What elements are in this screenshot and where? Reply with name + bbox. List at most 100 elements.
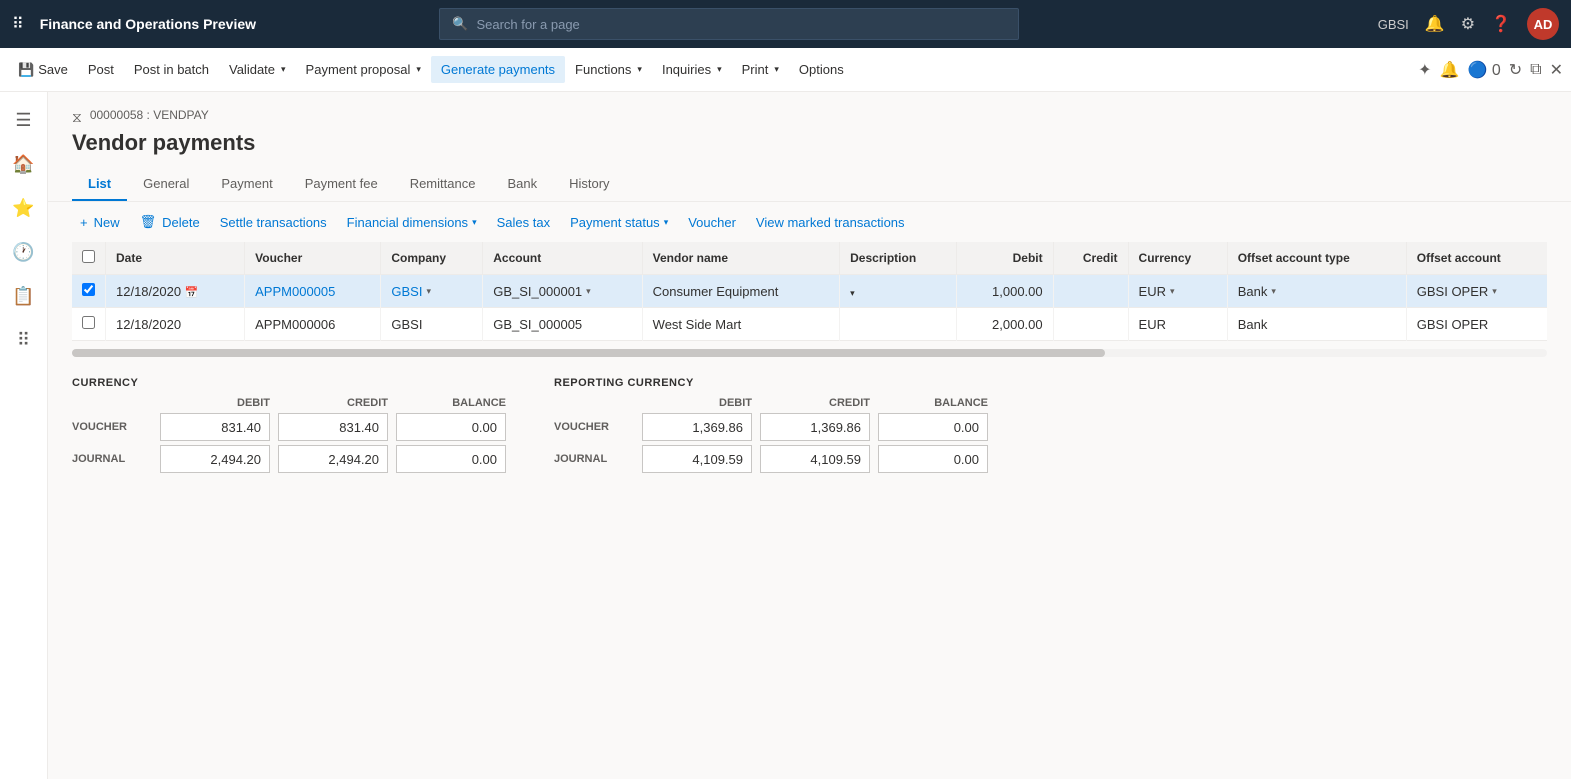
- row-checkbox[interactable]: [82, 283, 95, 296]
- rpt-voucher-credit[interactable]: [760, 413, 870, 441]
- voucher-link[interactable]: APPM000005: [255, 284, 335, 299]
- payment-status-button[interactable]: Payment status ▾: [562, 211, 676, 234]
- favorites-icon[interactable]: ✦: [1418, 60, 1431, 80]
- rpt-journal-balance[interactable]: [878, 445, 988, 473]
- settings-icon[interactable]: ⚙: [1461, 14, 1475, 34]
- calendar-icon[interactable]: 📅: [185, 287, 199, 299]
- rpt-journal-credit[interactable]: [760, 445, 870, 473]
- horizontal-scrollbar-area[interactable]: [48, 345, 1571, 361]
- currency-voucher-credit[interactable]: [278, 413, 388, 441]
- row-date: 12/18/2020: [106, 308, 245, 341]
- company-link[interactable]: GBSI: [391, 284, 422, 299]
- rpt-voucher-balance[interactable]: [878, 413, 988, 441]
- sidebar-workspaces-icon[interactable]: 📋: [4, 276, 44, 316]
- tab-remittance[interactable]: Remittance: [394, 168, 492, 201]
- delete-button[interactable]: 🗑 Delete: [132, 210, 208, 234]
- scroll-thumb[interactable]: [72, 349, 1105, 357]
- functions-button[interactable]: Functions ▾: [565, 56, 652, 83]
- hamburger-menu-icon[interactable]: ⠿: [12, 14, 24, 34]
- close-icon[interactable]: ✕: [1550, 60, 1563, 80]
- row-check-cell[interactable]: [72, 308, 106, 341]
- col-account[interactable]: Account: [483, 242, 642, 275]
- company-dropdown-icon[interactable]: ▾: [426, 286, 431, 297]
- user-avatar[interactable]: AD: [1527, 8, 1559, 40]
- currency-voucher-balance[interactable]: [396, 413, 506, 441]
- description-dropdown-icon[interactable]: ▾: [850, 288, 855, 298]
- table-row[interactable]: 12/18/2020 📅 APPM000005GBSI▾GB_SI_000001…: [72, 275, 1547, 308]
- account-dropdown-icon[interactable]: ▾: [586, 286, 591, 297]
- currency-journal-credit[interactable]: [278, 445, 388, 473]
- row-checkbox[interactable]: [82, 316, 95, 329]
- row-debit: 2,000.00: [957, 308, 1053, 341]
- search-bar[interactable]: 🔍: [439, 8, 1019, 40]
- generate-payments-button[interactable]: Generate payments: [431, 56, 565, 83]
- row-credit: [1053, 275, 1128, 308]
- offset-account-dropdown-icon[interactable]: ▾: [1492, 286, 1497, 297]
- personalize-icon[interactable]: 🔔: [1440, 60, 1460, 80]
- save-button[interactable]: 💾 Save: [8, 56, 78, 84]
- select-all-checkbox[interactable]: [82, 250, 95, 263]
- settle-transactions-button[interactable]: Settle transactions: [212, 211, 335, 234]
- payment-proposal-button[interactable]: Payment proposal ▾: [296, 56, 431, 83]
- validate-button[interactable]: Validate ▾: [219, 56, 296, 83]
- row-offset-account: GBSI OPER: [1406, 308, 1547, 341]
- tab-bank[interactable]: Bank: [491, 168, 553, 201]
- sidebar-recent-icon[interactable]: 🕐: [4, 232, 44, 272]
- row-check-cell[interactable]: [72, 275, 106, 308]
- sidebar-modules-icon[interactable]: ⠿: [4, 320, 44, 360]
- options-button[interactable]: Options: [789, 56, 854, 83]
- post-button[interactable]: Post: [78, 56, 124, 83]
- col-vendor-name[interactable]: Vendor name: [642, 242, 839, 275]
- tab-payment[interactable]: Payment: [205, 168, 288, 201]
- print-dropdown-icon: ▾: [774, 64, 779, 75]
- col-offset-account[interactable]: Offset account: [1406, 242, 1547, 275]
- inquiries-button[interactable]: Inquiries ▾: [652, 56, 732, 83]
- view-marked-transactions-button[interactable]: View marked transactions: [748, 211, 913, 234]
- open-new-window-icon[interactable]: ⧉: [1530, 61, 1541, 79]
- row-account: GB_SI_000005: [483, 308, 642, 341]
- sidebar-menu-icon[interactable]: ☰: [4, 100, 44, 140]
- currency-value: EUR: [1139, 284, 1166, 299]
- currency-voucher-debit[interactable]: [160, 413, 270, 441]
- currency-dropdown-icon[interactable]: ▾: [1170, 286, 1175, 297]
- col-voucher[interactable]: Voucher: [245, 242, 381, 275]
- delete-icon: 🗑: [140, 214, 157, 230]
- refresh-icon[interactable]: ↻: [1509, 60, 1522, 80]
- voucher-button[interactable]: Voucher: [680, 211, 744, 234]
- offset-type-dropdown-icon[interactable]: ▾: [1271, 286, 1276, 297]
- currency-journal-debit[interactable]: [160, 445, 270, 473]
- row-voucher: APPM000005: [245, 275, 381, 308]
- sales-tax-button[interactable]: Sales tax: [489, 211, 558, 234]
- col-date[interactable]: Date: [106, 242, 245, 275]
- col-debit[interactable]: Debit: [957, 242, 1053, 275]
- col-currency[interactable]: Currency: [1128, 242, 1227, 275]
- new-button[interactable]: + New: [72, 211, 128, 234]
- help-icon[interactable]: ❓: [1491, 14, 1511, 34]
- data-table-wrapper: Date Voucher Company Account Vendor name…: [48, 242, 1571, 341]
- financial-dimensions-button[interactable]: Financial dimensions ▾: [339, 211, 485, 234]
- col-description[interactable]: Description: [840, 242, 957, 275]
- filter-icon[interactable]: ⧖: [72, 109, 82, 126]
- post-batch-button[interactable]: Post in batch: [124, 56, 219, 83]
- rpt-voucher-debit[interactable]: [642, 413, 752, 441]
- tab-general[interactable]: General: [127, 168, 205, 201]
- notifications-icon[interactable]: 🔔: [1425, 14, 1445, 34]
- notifications-cmd-icon[interactable]: 🔵 0: [1467, 60, 1500, 80]
- col-credit[interactable]: Credit: [1053, 242, 1128, 275]
- col-offset-account-type[interactable]: Offset account type: [1227, 242, 1406, 275]
- table-header-row: Date Voucher Company Account Vendor name…: [72, 242, 1547, 275]
- sidebar-home-icon[interactable]: 🏠: [4, 144, 44, 184]
- rpt-journal-debit[interactable]: [642, 445, 752, 473]
- sidebar-favorites-icon[interactable]: ⭐: [4, 188, 44, 228]
- tab-list[interactable]: List: [72, 168, 127, 201]
- table-row[interactable]: 12/18/2020 APPM000006GBSIGB_SI_000005Wes…: [72, 308, 1547, 341]
- tab-history[interactable]: History: [553, 168, 625, 201]
- currency-journal-balance[interactable]: [396, 445, 506, 473]
- validate-dropdown-icon: ▾: [281, 64, 286, 75]
- row-offset-account: GBSI OPER▾: [1406, 275, 1547, 308]
- col-company[interactable]: Company: [381, 242, 483, 275]
- functions-dropdown-icon: ▾: [637, 64, 642, 75]
- print-button[interactable]: Print ▾: [732, 56, 789, 83]
- search-input[interactable]: [476, 17, 1006, 32]
- tab-payment-fee[interactable]: Payment fee: [289, 168, 394, 201]
